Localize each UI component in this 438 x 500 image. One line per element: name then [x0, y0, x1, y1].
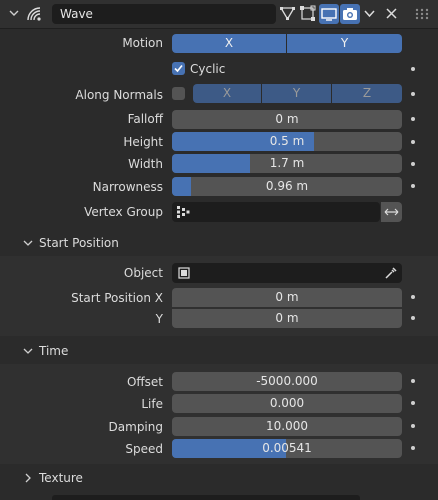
close-icon[interactable]: [385, 7, 398, 20]
speed-slider[interactable]: 0.00541: [172, 439, 402, 458]
damping-field[interactable]: 10.000: [172, 417, 402, 436]
time-title: Time: [39, 344, 69, 358]
time-header[interactable]: Time: [0, 338, 438, 364]
modifier-name-input[interactable]: Wave: [52, 4, 276, 24]
along-normals-y-toggle[interactable]: Y: [262, 84, 331, 103]
animate-property-icon[interactable]: [411, 67, 415, 71]
texture-header[interactable]: Texture: [0, 466, 438, 490]
chevron-down-icon: [22, 345, 34, 357]
start-position-x-field[interactable]: 0 m: [172, 288, 402, 307]
start-position-y-value: 0 m: [275, 311, 299, 325]
object-field[interactable]: [172, 263, 402, 283]
offset-field[interactable]: -5000.000: [172, 372, 402, 391]
start-position-title: Start Position: [39, 236, 119, 250]
start-position-y-field[interactable]: 0 m: [172, 309, 402, 328]
start-position-x-value: 0 m: [275, 290, 299, 304]
along-normals-z-toggle[interactable]: Z: [332, 84, 402, 103]
animate-property-icon[interactable]: [411, 295, 415, 299]
falloff-field[interactable]: 0 m: [172, 110, 402, 129]
drag-handle-icon[interactable]: [414, 7, 430, 21]
chevron-right-icon: [22, 472, 34, 484]
vertex-group-icon: [176, 205, 190, 219]
width-value: 1.7 m: [269, 156, 305, 170]
next-modifier-header-edge: [52, 495, 360, 500]
falloff-value: 0 m: [275, 112, 299, 126]
edit-mode-toggle-icon[interactable]: [279, 5, 296, 22]
narrowness-slider-fill: [172, 177, 191, 196]
on-cage-toggle-icon[interactable]: [299, 5, 316, 22]
vertex-group-label: Vertex Group: [84, 205, 163, 219]
width-slider-fill: [172, 154, 250, 173]
narrowness-slider[interactable]: 0.96 m: [172, 177, 402, 196]
wave-modifier-icon: [25, 5, 43, 23]
object-label: Object: [123, 266, 163, 280]
narrowness-value: 0.96 m: [265, 179, 309, 193]
offset-label: Offset: [126, 375, 163, 389]
time-body: Offset -5000.000 Life 0.000 Damping 10.0…: [0, 364, 438, 464]
start-position-x-label: Start Position X: [71, 291, 163, 305]
height-value: 0.5 m: [269, 134, 305, 148]
along-normals-x-toggle[interactable]: X: [193, 84, 261, 103]
render-toggle-icon[interactable]: [340, 4, 360, 24]
speed-label: Speed: [125, 442, 163, 456]
eyedropper-icon[interactable]: [384, 266, 398, 280]
object-icon: [177, 266, 191, 280]
damping-label: Damping: [108, 420, 163, 434]
realtime-display-toggle-icon[interactable]: [319, 4, 339, 24]
modifier-header: Wave: [0, 0, 438, 29]
chevron-down-icon: [22, 237, 34, 249]
animate-property-icon[interactable]: [411, 92, 415, 96]
vertex-group-field[interactable]: [172, 202, 380, 222]
dropdown-menu-icon[interactable]: [363, 7, 376, 20]
modifier-panel: Wave Motion X Y Cyclic Along Normals X Y…: [0, 0, 438, 500]
falloff-label: Falloff: [127, 112, 163, 126]
height-label: Height: [123, 135, 163, 149]
width-label: Width: [128, 157, 163, 171]
animate-property-icon[interactable]: [411, 117, 415, 121]
width-slider[interactable]: 1.7 m: [172, 154, 402, 173]
animate-property-icon[interactable]: [411, 446, 415, 450]
animate-property-icon[interactable]: [411, 401, 415, 405]
motion-x-toggle[interactable]: X: [172, 34, 286, 53]
motion-y-toggle[interactable]: Y: [287, 34, 402, 53]
life-value: 0.000: [269, 396, 305, 410]
animate-property-icon[interactable]: [411, 316, 415, 320]
animate-property-icon[interactable]: [411, 184, 415, 188]
cyclic-label: Cyclic: [190, 62, 226, 76]
start-position-y-label: Y: [155, 312, 163, 326]
along-normals-label: Along Normals: [75, 88, 163, 102]
texture-title: Texture: [39, 471, 83, 485]
offset-value: -5000.000: [256, 374, 318, 388]
animate-property-icon[interactable]: [411, 379, 415, 383]
animate-property-icon[interactable]: [411, 424, 415, 428]
motion-label: Motion: [122, 36, 163, 50]
start-position-body: Object Start Position X 0 m Y 0 m: [0, 256, 438, 336]
damping-value: 10.000: [266, 419, 308, 433]
life-label: Life: [141, 397, 163, 411]
narrowness-label: Narrowness: [92, 180, 163, 194]
invert-vertex-group-button[interactable]: [381, 202, 402, 222]
height-slider[interactable]: 0.5 m: [172, 132, 402, 151]
along-normals-checkbox[interactable]: [172, 87, 185, 100]
animate-property-icon[interactable]: [411, 162, 415, 166]
modifier-name-text: Wave: [60, 7, 93, 21]
collapse-chevron-icon[interactable]: [8, 7, 20, 19]
cyclic-checkbox[interactable]: [172, 62, 185, 75]
speed-value: 0.00541: [262, 441, 312, 455]
animate-property-icon[interactable]: [411, 140, 415, 144]
life-field[interactable]: 0.000: [172, 394, 402, 413]
start-position-header[interactable]: Start Position: [0, 230, 438, 256]
